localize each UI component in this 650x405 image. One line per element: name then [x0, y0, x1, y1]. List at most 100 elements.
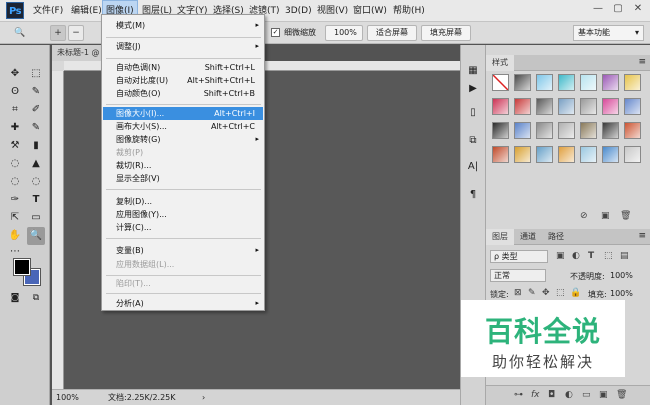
clone-source-panel-icon[interactable]: ⧉ [463, 132, 483, 150]
fill-value[interactable]: 100% [610, 289, 633, 298]
restore-icon[interactable]: ▢ [612, 3, 624, 15]
menu-item-reveal-all[interactable]: 显示全部(V) [103, 172, 263, 185]
menu-3d[interactable]: 3D(D) [282, 0, 315, 22]
menu-view[interactable]: 视图(V) [314, 0, 351, 22]
menu-item-analysis[interactable]: 分析(A) ▸ [103, 297, 263, 310]
vertical-ruler[interactable] [52, 71, 64, 389]
quick-mask-icon[interactable]: ◙ [6, 289, 24, 307]
brush-tool-icon[interactable]: ✎ [27, 119, 45, 137]
style-swatch[interactable] [624, 74, 641, 91]
layers-menu-icon[interactable]: ≡ [638, 231, 646, 241]
menu-item-trim[interactable]: 裁切(R)... [103, 159, 263, 172]
type-layer-filter-icon[interactable]: T [588, 251, 594, 261]
menu-help[interactable]: 帮助(H) [390, 0, 428, 22]
pen-tool-icon[interactable]: ✑ [6, 191, 24, 209]
move-tool-icon[interactable]: ✥ [6, 65, 24, 83]
menu-item-calculations[interactable]: 计算(C)... [103, 221, 263, 234]
style-swatch[interactable] [536, 122, 553, 139]
menu-item-adjustments[interactable]: 调整(J) ▸ [103, 40, 263, 53]
delete-style-icon[interactable]: 🗑 [620, 211, 631, 221]
new-group-icon[interactable]: ▭ [582, 390, 591, 400]
style-swatch[interactable] [580, 98, 597, 115]
add-mask-icon[interactable]: ◘ [548, 390, 555, 400]
document-tab[interactable]: 未标题-1 @ [52, 45, 104, 61]
lock-position-icon[interactable]: ✥ [542, 288, 550, 298]
style-swatch[interactable] [558, 74, 575, 91]
zoom-out-icon[interactable]: − [68, 25, 84, 41]
style-swatch[interactable] [536, 146, 553, 163]
style-swatch[interactable] [602, 122, 619, 139]
style-swatch[interactable] [624, 122, 641, 139]
fit-screen-button[interactable]: 适合屏幕 [367, 25, 417, 41]
history-panel-icon[interactable]: ▯ [463, 104, 483, 122]
character-panel-icon[interactable]: A| [463, 158, 483, 176]
style-swatch[interactable] [602, 98, 619, 115]
zoom-tool-icon[interactable]: 🔍 [27, 227, 45, 245]
style-swatch[interactable] [558, 98, 575, 115]
clone-stamp-tool-icon[interactable]: ⚒ [6, 137, 24, 155]
status-menu-arrow-icon[interactable]: › [202, 390, 205, 405]
style-swatch[interactable] [558, 122, 575, 139]
tab-channels[interactable]: 通道 [514, 229, 542, 245]
scrubby-zoom-checkbox[interactable]: ✓ [271, 28, 280, 37]
style-swatch[interactable] [492, 98, 509, 115]
fill-screen-button[interactable]: 填充屏幕 [421, 25, 471, 41]
menu-item-variables[interactable]: 变量(B) ▸ [103, 244, 263, 257]
styles-menu-icon[interactable]: ≡ [638, 57, 646, 67]
opacity-value[interactable]: 100% [610, 271, 633, 280]
adjustment-layer-filter-icon[interactable]: ◐ [572, 251, 580, 261]
type-tool-icon[interactable]: T [27, 191, 45, 209]
healing-brush-tool-icon[interactable]: ✚ [6, 119, 24, 137]
zoom-100-button[interactable]: 100% [325, 25, 363, 41]
menu-file[interactable]: 文件(F) [30, 0, 66, 22]
menu-item-image-rotation[interactable]: 图像旋转(G) ▸ [103, 133, 263, 146]
rectangle-tool-icon[interactable]: ▭ [27, 209, 45, 227]
new-layer-icon[interactable]: ▣ [599, 390, 608, 400]
menu-item-canvas-size[interactable]: 画布大小(S)... Alt+Ctrl+C [103, 120, 263, 133]
status-zoom[interactable]: 100% [56, 390, 79, 405]
paragraph-panel-icon[interactable]: ¶ [463, 186, 483, 204]
blur-tool-icon[interactable]: ◌ [6, 173, 24, 191]
workspace-select[interactable]: 基本功能 ▾ [573, 25, 644, 41]
tab-styles[interactable]: 样式 [486, 55, 514, 71]
blend-mode-select[interactable]: 正常 [490, 269, 546, 282]
menu-item-auto-tone[interactable]: 自动色调(N) Shift+Ctrl+L [103, 61, 263, 74]
menu-item-auto-contrast[interactable]: 自动对比度(U) Alt+Shift+Ctrl+L [103, 74, 263, 87]
style-swatch[interactable] [536, 98, 553, 115]
dodge-tool-icon[interactable]: ◌ [27, 173, 45, 191]
style-swatch[interactable] [624, 98, 641, 115]
screen-mode-icon[interactable]: ⧉ [27, 289, 45, 307]
menu-edit[interactable]: 编辑(E) [68, 0, 105, 22]
eyedropper-tool-icon[interactable]: ✐ [27, 101, 45, 119]
lock-pixels-icon[interactable]: ✎ [528, 288, 536, 298]
lasso-tool-icon[interactable]: ʘ [6, 83, 24, 101]
style-swatch[interactable] [602, 74, 619, 91]
pixel-layer-filter-icon[interactable]: ▣ [556, 251, 565, 261]
marquee-tool-icon[interactable]: ⬚ [27, 65, 45, 83]
style-swatch[interactable] [492, 122, 509, 139]
style-swatch[interactable] [492, 74, 509, 91]
history-brush-tool-icon[interactable]: ▮ [27, 137, 45, 155]
gradient-tool-icon[interactable]: ▲ [27, 155, 45, 173]
lock-transparent-icon[interactable]: ⊠ [514, 288, 522, 298]
delete-layer-icon[interactable]: 🗑 [616, 390, 627, 400]
zoom-in-icon[interactable]: + [50, 25, 66, 41]
style-swatch[interactable] [580, 122, 597, 139]
minimize-icon[interactable]: — [592, 3, 604, 15]
new-style-icon[interactable]: ▣ [601, 211, 610, 221]
crop-tool-icon[interactable]: ⌗ [6, 101, 24, 119]
style-swatch[interactable] [580, 74, 597, 91]
close-icon[interactable]: ✕ [632, 3, 644, 15]
style-swatch[interactable] [558, 146, 575, 163]
style-swatch[interactable] [492, 146, 509, 163]
menu-item-duplicate[interactable]: 复制(D)... [103, 195, 263, 208]
menu-item-image-size[interactable]: 图像大小(I)... Alt+Ctrl+I [103, 107, 263, 120]
style-swatch[interactable] [514, 98, 531, 115]
style-swatch[interactable] [514, 146, 531, 163]
style-swatch[interactable] [514, 74, 531, 91]
layer-kind-filter[interactable]: ρ 类型 [490, 250, 548, 263]
style-swatch[interactable] [580, 146, 597, 163]
menu-item-mode[interactable]: 模式(M) ▸ [103, 19, 263, 32]
eraser-tool-icon[interactable]: ◌ [6, 155, 24, 173]
menu-item-auto-color[interactable]: 自动颜色(O) Shift+Ctrl+B [103, 87, 263, 100]
